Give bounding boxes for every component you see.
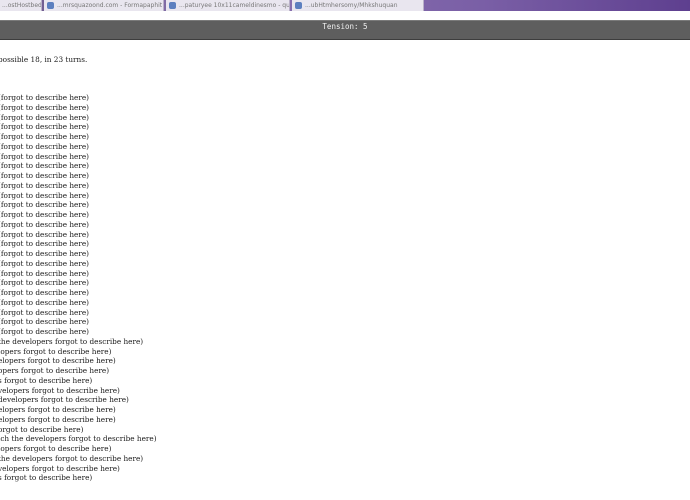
tab-title: ...ubHtmhersomy/Mhkshuquan <box>305 2 398 9</box>
page-icon <box>169 2 176 9</box>
list-item: the developers forgot to describe here) <box>0 453 144 463</box>
list-item: (forgot to describe here) <box>0 268 90 278</box>
list-item: (forgot to describe here) <box>0 288 90 297</box>
list-item: opers forgot to describe here) <box>0 366 110 375</box>
list-item: s forgot to describe here) <box>0 473 93 483</box>
list-item: (forgot to describe here) <box>0 219 90 229</box>
list-item: ich the developers forgot to describe he… <box>0 434 157 444</box>
list-item: (forgot to describe here) <box>0 132 90 141</box>
list-item: (forgot to describe here) <box>0 122 90 132</box>
list-item: lopers forgot to describe here) <box>0 444 112 453</box>
list-item: (forgot to describe here) <box>0 161 90 171</box>
list-item: (forgot to describe here) <box>0 249 90 258</box>
list-item: (forgot to describe here) <box>0 93 90 102</box>
list-item: orgot to describe here) <box>0 424 84 434</box>
list-item: elopers forgot to describe here) <box>0 414 116 424</box>
list-item: (forgot to describe here) <box>0 200 90 210</box>
list-item: velopers forgot to describe here) <box>0 385 120 395</box>
browser-tab-2[interactable]: ...mrsquazoond.com - Formapaphit <box>44 0 164 11</box>
list-item: developers forgot to describe here) <box>0 395 129 405</box>
list-item: (forgot to describe here) <box>0 317 90 327</box>
list-item: (forgot to describe here) <box>0 141 90 151</box>
status-bar: Tension: 5 <box>0 20 690 40</box>
list-item: (forgot to describe here) <box>0 239 90 249</box>
list-item: (forgot to describe here) <box>0 112 90 122</box>
list-item: (forgot to describe here) <box>0 307 90 317</box>
list-item: (forgot to describe here) <box>0 297 90 307</box>
browser-tab-4[interactable]: ...ubHtmhersomy/Mhkshuquan <box>292 0 424 11</box>
list-item: the developers forgot to describe here) <box>0 336 144 346</box>
page-top-margin <box>0 11 690 20</box>
list-item: (forgot to describe here) <box>0 102 90 112</box>
browser-tab-3[interactable]: ...paturyee 10x11cameldinesmo - quani <box>166 0 290 11</box>
list-item: (forgot to describe here) <box>0 229 90 239</box>
list-item: velopers forgot to describe here) <box>0 463 120 473</box>
list-item: elopers forgot to describe here) <box>0 356 116 366</box>
list-item: (forgot to describe here) <box>0 278 90 288</box>
list-item: (forgot to describe here) <box>0 171 90 180</box>
undescribed-items-list: (forgot to describe here) (forgot to desc… <box>0 93 157 483</box>
page-icon <box>47 2 54 9</box>
tab-title: ...mrsquazoond.com - Formapaphit <box>57 2 163 9</box>
tension-indicator: Tension: 5 <box>322 22 368 31</box>
list-item: elopers forgot to describe here) <box>0 405 116 414</box>
tab-title: ...ostHostbed... <box>2 2 42 9</box>
list-item: lopers forgot to describe here) <box>0 346 112 356</box>
list-item: s forgot to describe here) <box>0 375 93 385</box>
list-item: (forgot to describe here) <box>0 180 90 190</box>
list-item: (forgot to describe here) <box>0 151 90 161</box>
transcript-area: possible 18, in 23 turns. (forgot to des… <box>0 40 690 500</box>
browser-tab-bar: ...ostHostbed... ...mrsquazoond.com - Fo… <box>0 0 690 11</box>
list-item: (forgot to describe here) <box>0 327 90 336</box>
score-line: possible 18, in 23 turns. <box>0 55 88 64</box>
browser-tab-1[interactable]: ...ostHostbed... <box>0 0 42 11</box>
page-icon <box>295 2 302 9</box>
list-item: (forgot to describe here) <box>0 210 90 219</box>
list-item: (forgot to describe here) <box>0 258 90 268</box>
list-item: (forgot to describe here) <box>0 190 90 200</box>
tab-title: ...paturyee 10x11cameldinesmo - quani <box>179 2 290 9</box>
